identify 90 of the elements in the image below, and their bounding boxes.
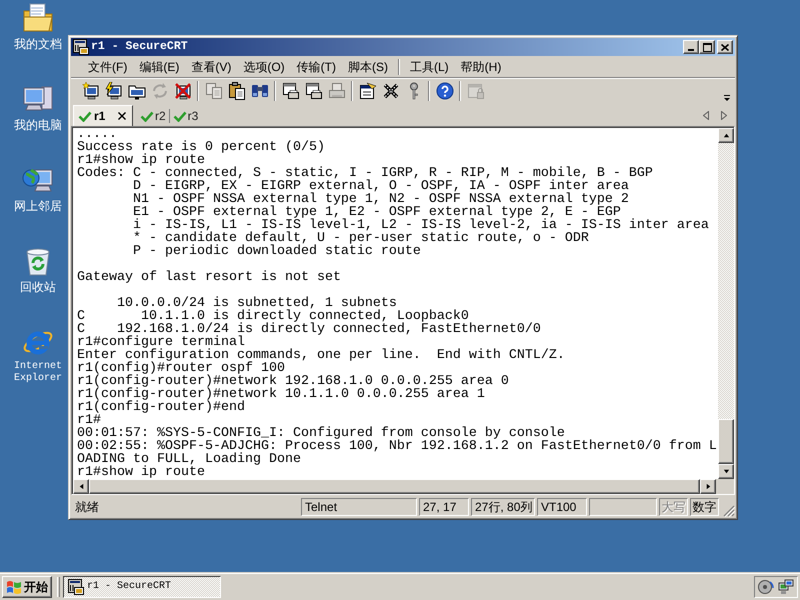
keyboard-indicator: 数字 — [690, 498, 719, 516]
status-message: 就绪 — [74, 499, 100, 515]
terminal-line: r1(config-router)#network 192.168.1.0 0.0.0.255 area 0 — [77, 375, 509, 388]
menu-item[interactable]: 帮助(H) — [454, 59, 508, 75]
terminal-line: ..... — [77, 128, 117, 141]
taskbar-button[interactable]: r1 - SecureCRT — [63, 576, 221, 598]
printer-window-icon[interactable] — [282, 82, 300, 100]
menu-item[interactable]: 文件(F) — [82, 59, 134, 75]
terminal-window-icon — [73, 39, 89, 55]
scroll-down-button[interactable] — [718, 464, 734, 479]
terminal-line: 00:01:57: %SYS-5-CONFIG_I: Configured from console by console — [77, 427, 565, 440]
folder-icon[interactable] — [22, 2, 54, 34]
status-text: VT100 — [537, 498, 587, 516]
binoculars-icon[interactable] — [250, 82, 268, 100]
terminal-line: D - EIGRP, EX - EIGRP external, O - OSPF, IA - OSPF inter area — [132, 180, 629, 193]
status-text: Telnet — [301, 498, 417, 516]
close-tab-icon[interactable] — [118, 112, 126, 120]
session-tab[interactable]: r3 — [172, 106, 200, 126]
maximize-button[interactable] — [699, 40, 715, 54]
terminal-line: r1# — [77, 414, 101, 427]
tools-icon[interactable] — [382, 82, 400, 100]
terminal-line: Gateway of last resort is not set — [77, 271, 341, 284]
menu-item[interactable]: 工具(L) — [404, 59, 455, 75]
chevron-down-icon[interactable] — [723, 94, 731, 102]
session-tab[interactable]: r2 — [139, 106, 167, 126]
menu-item[interactable]: 选项(O) — [237, 59, 291, 75]
scroll-left-button[interactable] — [73, 479, 89, 494]
terminal-line: i - IS-IS, L1 - IS-IS level-1, L2 - IS-IS level-2, ia - IS-IS inter area — [132, 219, 709, 232]
lightning-monitor-icon[interactable] — [104, 82, 122, 100]
desktop-icon-label[interactable]: 我的电脑 — [14, 118, 62, 132]
desktop-icon-label[interactable]: 我的文档 — [14, 37, 62, 51]
close-icon — [721, 44, 729, 50]
terminal-line: * - candidate default, U - per-user static route, o - ODR — [132, 232, 589, 245]
triangle-up-icon — [722, 132, 730, 139]
terminal-line: r1(config-router)#end — [77, 401, 245, 414]
terminal-line: 10.0.0.0/24 is subnetted, 1 subnets — [116, 297, 397, 310]
terminal-line: Success rate is 0 percent (0/5) — [77, 141, 325, 154]
keyboard-indicator: 大写 — [659, 498, 688, 516]
maximize-icon — [702, 42, 712, 52]
terminal-line: Enter configuration commands, one per line. End with CNTL/Z. — [77, 349, 565, 362]
menu-item[interactable]: 查看(V) — [185, 59, 238, 75]
empty-status-panel — [589, 498, 657, 516]
disc-icon[interactable] — [758, 578, 774, 594]
terminal-line: 00:02:55: %OSPF-5-ADJCHG: Process 100, Nbr 192.168.1.2 on FastEthernet0/0 from L — [77, 440, 717, 453]
triangle-left-icon — [78, 483, 84, 490]
window-title: r1 - SecureCRT — [91, 40, 188, 54]
desktop-icon-label[interactable]: 网上邻居 — [14, 199, 62, 213]
start-button[interactable]: 开始 — [2, 576, 52, 598]
terminal-line: C 192.168.1.0/24 is directly connected, FastEthernet0/0 — [77, 323, 541, 336]
terminal-line: r1#show ip route — [77, 154, 205, 167]
triangle-right-icon — [704, 483, 712, 490]
minimize-icon — [688, 49, 694, 51]
status-text: 27行, 80列 — [471, 498, 535, 516]
terminal-line: E1 - OSPF external type 1, E2 - OSPF external type 2, E - EGP — [132, 206, 621, 219]
minimize-button[interactable] — [683, 40, 699, 54]
terminal-line: OADING to FULL, Loading Done — [77, 453, 301, 466]
printer-window-icon[interactable] — [304, 82, 322, 100]
triangle-right-icon[interactable] — [721, 111, 727, 120]
terminal-line: r1#show ip route — [77, 466, 205, 479]
terminal-line: r1#configure terminal — [77, 336, 245, 349]
status-text: 27, 17 — [419, 498, 469, 516]
scrollbar-thumb[interactable] — [718, 419, 734, 464]
paste-icon[interactable] — [228, 82, 246, 100]
help-icon[interactable] — [436, 82, 454, 100]
triangle-down-icon — [722, 468, 730, 475]
terminal-screen[interactable] — [73, 128, 718, 479]
triangle-left-icon[interactable] — [703, 111, 709, 120]
desktop-icon-label[interactable]: 回收站 — [20, 280, 56, 294]
scroll-up-button[interactable] — [718, 128, 734, 143]
terminal-line: Codes: C - connected, S - static, I - IGRP, R - RIP, M - mobile, B - BGP — [77, 167, 653, 180]
monitor-star-icon[interactable] — [82, 82, 100, 100]
close-button[interactable] — [717, 40, 733, 54]
monitor-x-icon[interactable] — [174, 82, 192, 100]
resize-grip-icon[interactable] — [723, 505, 735, 517]
session-tab[interactable]: r1 — [73, 105, 133, 126]
terminal-line: N1 - OSPF NSSA external type 1, N2 - OSPF NSSA external type 2 — [132, 193, 629, 206]
terminal-line: P - periodic downloaded static route — [132, 245, 421, 258]
terminal-line: r1(config)#router ospf 100 — [77, 362, 285, 375]
properties-icon[interactable] — [358, 82, 376, 100]
flag-icon — [6, 578, 22, 594]
terminal-window-icon — [68, 578, 84, 594]
menu-item[interactable]: 编辑(E) — [133, 59, 186, 75]
scroll-right-button[interactable] — [700, 479, 716, 494]
desktop-icon-label[interactable]: Internet Explorer — [10, 361, 66, 385]
menu-item[interactable]: 脚本(S) — [342, 59, 394, 75]
terminal-line: C 10.1.1.0 is directly connected, Loopback0 — [77, 310, 469, 323]
network-computer-icon[interactable] — [778, 578, 794, 594]
vertical-scrollbar[interactable] — [718, 128, 734, 479]
terminal-line: r1(config-router)#network 10.1.1.0 0.0.0.255 area 1 — [77, 388, 485, 401]
menu-item[interactable]: 传输(T) — [290, 59, 342, 75]
